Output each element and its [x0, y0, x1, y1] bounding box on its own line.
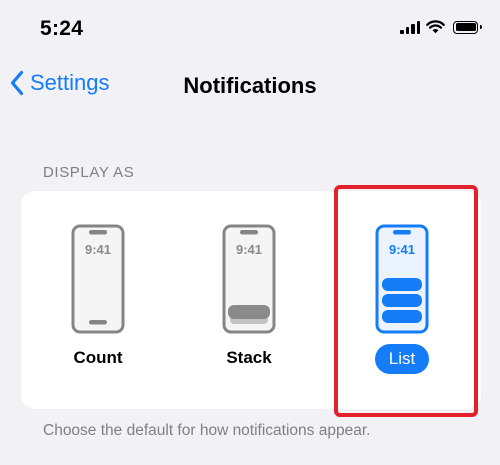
wifi-icon — [426, 20, 445, 34]
option-list-label: List — [374, 344, 430, 374]
option-stack-label: Stack — [226, 348, 272, 367]
list-preview-time: 9:41 — [389, 242, 415, 257]
option-stack[interactable]: 9:41 Stack — [204, 224, 294, 368]
status-time: 5:24 — [40, 17, 84, 40]
status-icons — [400, 20, 482, 34]
option-count-label: Count — [73, 348, 123, 367]
navigation-bar: Settings Notifications — [0, 65, 500, 110]
option-list[interactable]: 9:41 List — [357, 224, 447, 374]
section-header-display-as: DISPLAY AS — [43, 164, 135, 181]
page-title: Notifications — [183, 73, 317, 98]
stack-preview-time: 9:41 — [236, 242, 262, 257]
section-footer-description: Choose the default for how notifications… — [43, 422, 371, 439]
phone-stack-preview-icon: 9:41 — [222, 224, 276, 334]
battery-icon — [453, 20, 482, 34]
display-as-card: 9:41 Count 9:41 Stack 9:41 List — [21, 191, 481, 409]
phone-list-preview-icon: 9:41 — [375, 224, 429, 334]
status-bar: 5:24 — [0, 0, 500, 60]
option-count[interactable]: 9:41 Count — [53, 224, 143, 368]
count-preview-time: 9:41 — [85, 242, 111, 257]
phone-count-preview-icon: 9:41 — [71, 224, 125, 334]
cellular-signal-icon — [400, 20, 420, 34]
